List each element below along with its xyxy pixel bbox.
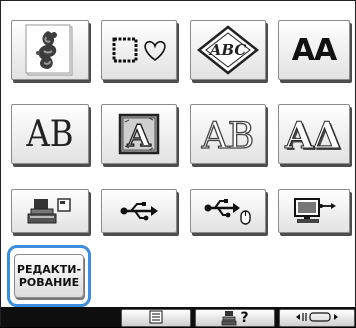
list-icon (149, 309, 163, 328)
edit-button[interactable]: РЕДАКТИ- РОВАНИЕ (7, 245, 91, 307)
3d-letters-icon: AΔ AΔ (279, 105, 349, 163)
outline-alphabet-label: AB (201, 116, 254, 156)
abc-monogram-diamond-icon: ABC (191, 21, 265, 79)
embroidery-machine-icon (12, 190, 88, 232)
outline-alphabet-button[interactable]: AB (190, 104, 266, 164)
serif-letters-icon: AB (12, 105, 88, 163)
list-button[interactable] (121, 309, 191, 327)
letters-icon: AA (279, 21, 349, 79)
edit-button-label-line2: РОВАНИЕ (18, 276, 80, 289)
square-heart-frame-icon (102, 21, 176, 79)
usb-mouse-icon (191, 190, 265, 232)
outline-letters-icon: AB (191, 105, 265, 163)
serif-alphabet-label: AB (26, 113, 74, 155)
3d-alphabet-label: AΔ (284, 115, 341, 156)
help-button[interactable]: ? (195, 309, 275, 327)
monogram-label: ABC (208, 41, 247, 59)
usb-icon (102, 190, 176, 232)
3d-alphabet-button[interactable]: AΔ AΔ (278, 104, 350, 164)
machine-help-icon: ? (221, 310, 249, 326)
decorative-alphabet-label: A (126, 119, 151, 154)
edit-button-face: РЕДАКТИ- РОВАНИЕ (14, 254, 84, 298)
decorative-alphabet-button[interactable]: A (101, 104, 177, 164)
computer-usb-icon (279, 190, 349, 232)
embroidery-pattern-button[interactable] (11, 20, 89, 80)
machine-memory-button[interactable] (11, 189, 89, 233)
monogram-button[interactable]: ABC (190, 20, 266, 80)
serif-alphabet-button[interactable]: AB (11, 104, 89, 164)
ornate-a-icon: A (102, 105, 176, 163)
frame-move-icon (295, 309, 339, 328)
screen: ABC AA AB A AB AΔ AΔ РЕДАКТИ- РОВАНИЕ ? (0, 0, 356, 327)
computer-button[interactable] (278, 189, 350, 233)
peacock-embroidery-icon (12, 21, 88, 79)
font-alphabet-label: AA (291, 32, 337, 68)
usb-media-button[interactable] (101, 189, 177, 233)
usb-mouse-button[interactable] (190, 189, 266, 233)
help-question-mark: ? (240, 310, 249, 326)
frame-move-button[interactable] (279, 309, 355, 327)
font-alphabet-button[interactable]: AA (278, 20, 350, 80)
frame-shapes-button[interactable] (101, 20, 177, 80)
edit-button-label-line1: РЕДАКТИ- (16, 263, 82, 276)
